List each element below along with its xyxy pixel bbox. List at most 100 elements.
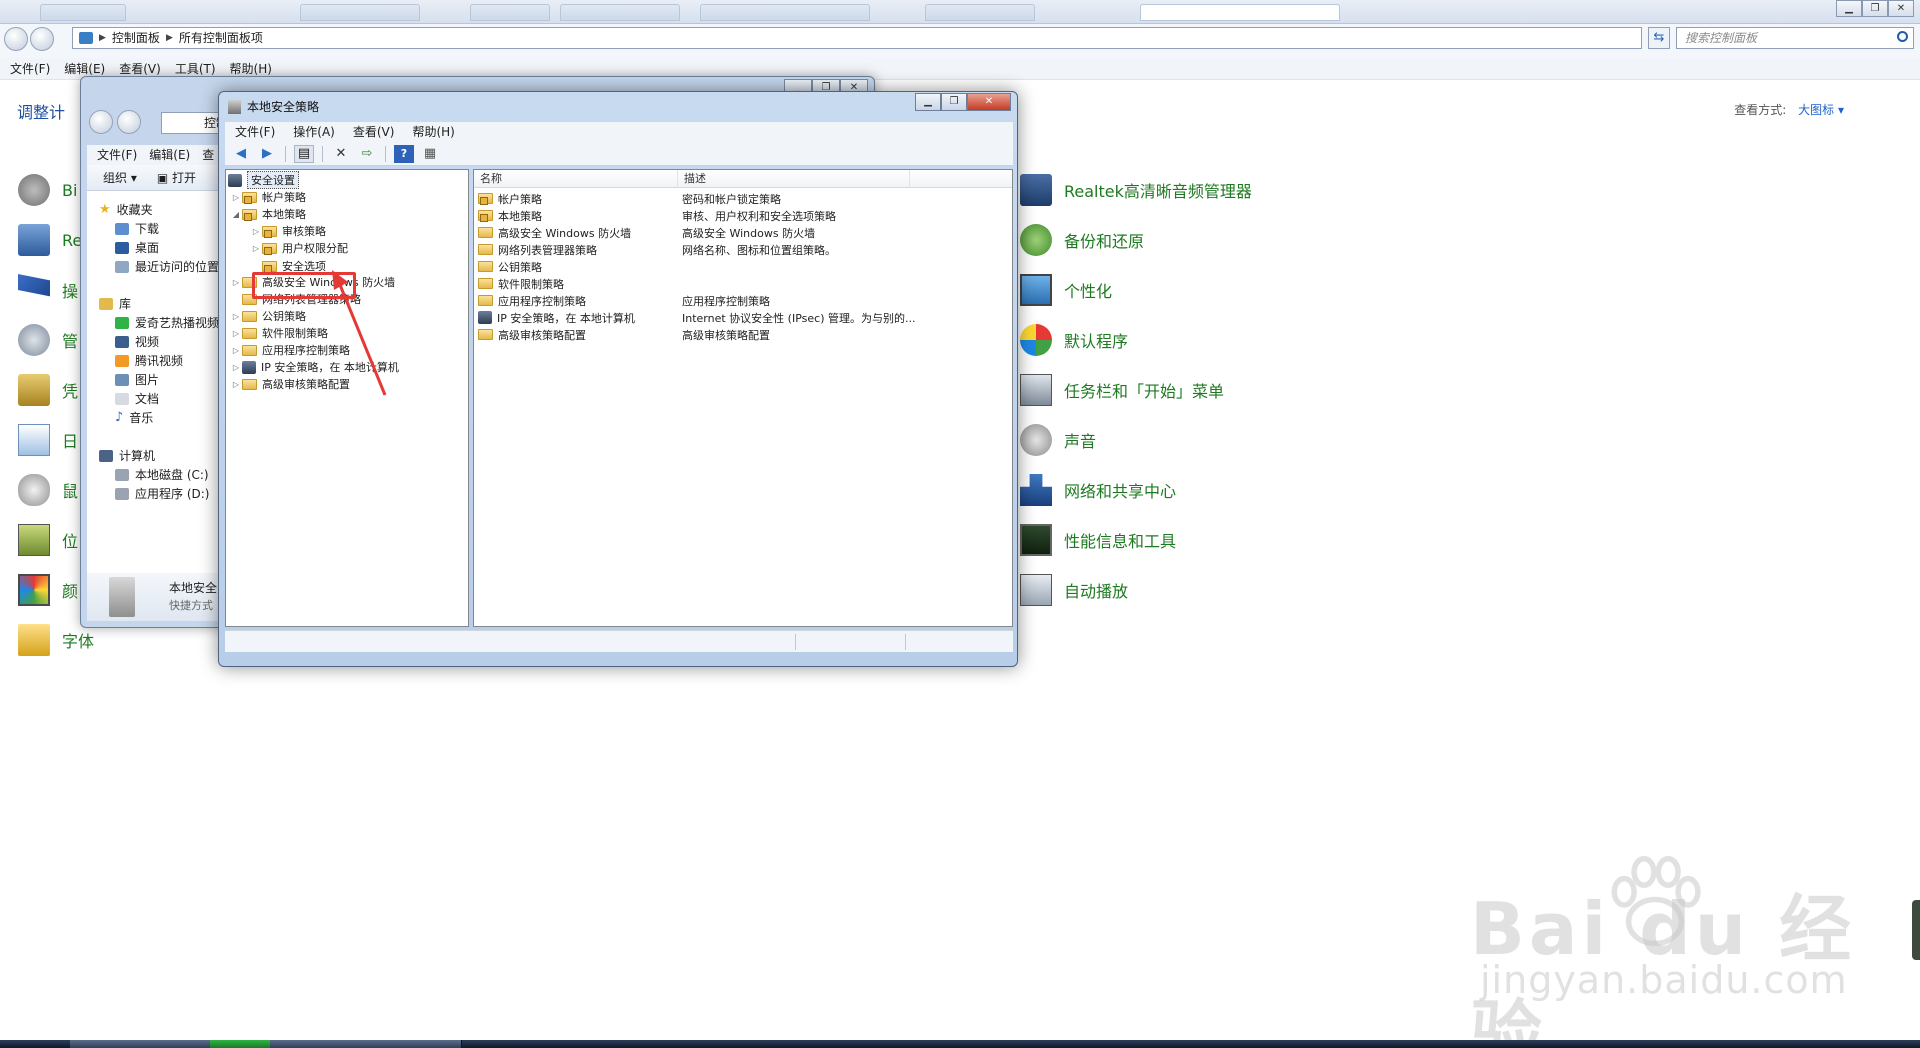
list-row[interactable]: 帐户策略 密码和帐户锁定策略 bbox=[478, 190, 1002, 207]
nav-downloads[interactable]: 下载 bbox=[115, 220, 159, 237]
cp-item-label[interactable]: 凭 bbox=[62, 378, 78, 402]
nav-videos[interactable]: 视频 bbox=[115, 333, 159, 350]
nav-computer[interactable]: 计算机 bbox=[99, 447, 155, 464]
tree-item-software-restriction[interactable]: ▷ 软件限制策略 bbox=[230, 325, 328, 341]
menu-action[interactable]: 操作(A) bbox=[293, 122, 335, 142]
cp-item-location[interactable]: 位 bbox=[18, 524, 78, 556]
refresh-icon[interactable]: ⇆ bbox=[1648, 27, 1670, 49]
cp-item-realtek[interactable]: Realtek高清晰音频管理器 bbox=[1020, 174, 1252, 206]
forward-arrow-icon[interactable]: ▶ bbox=[257, 145, 277, 163]
taskbar-button[interactable] bbox=[70, 1040, 142, 1048]
breadcrumb-item[interactable]: 控制面板 bbox=[112, 28, 160, 48]
scroll-handle[interactable] bbox=[1912, 900, 1920, 960]
search-input[interactable]: 搜索控制面板 bbox=[1676, 27, 1914, 49]
expand-arrow-icon[interactable]: ▷ bbox=[230, 312, 242, 321]
nav-desktop[interactable]: 桌面 bbox=[115, 239, 159, 256]
forward-button[interactable] bbox=[30, 27, 54, 51]
nav-documents[interactable]: 文档 bbox=[115, 390, 159, 407]
cp-item-backup[interactable]: 备份和还原 bbox=[1020, 224, 1144, 256]
cp-item-label[interactable]: 字体 bbox=[62, 628, 94, 652]
cp-item-label[interactable]: 位 bbox=[62, 528, 78, 552]
list-row[interactable]: 高级安全 Windows 防火墙 高级安全 Windows 防火墙 bbox=[478, 224, 1002, 241]
expand-arrow-icon[interactable]: ▷ bbox=[230, 278, 242, 287]
taskbar-button[interactable] bbox=[390, 1040, 462, 1048]
list-row[interactable]: 网络列表管理器策略 网络名称、图标和位置组策略。 bbox=[478, 241, 1002, 258]
cp-item-label[interactable]: 默认程序 bbox=[1064, 328, 1128, 352]
cp-item-label[interactable]: 备份和还原 bbox=[1064, 228, 1144, 252]
properties-icon[interactable]: ▦ bbox=[420, 145, 440, 163]
browser-tab[interactable] bbox=[700, 4, 870, 21]
cp-item-action-center[interactable]: 操 bbox=[18, 274, 78, 306]
tree-item-public-key[interactable]: ▷ 公钥策略 bbox=[230, 308, 306, 324]
nav-tencent-video[interactable]: 腾讯视频 bbox=[115, 352, 183, 369]
menu-file[interactable]: 文件(F) bbox=[10, 58, 50, 79]
cp-item-label[interactable]: 管 bbox=[62, 328, 78, 352]
tree-item-local-policy[interactable]: ◢ 本地策略 bbox=[230, 206, 306, 222]
nav-iqiyi[interactable]: 爱奇艺热播视频 bbox=[115, 314, 219, 331]
nav-drive-c[interactable]: 本地磁盘 (C:) bbox=[115, 466, 209, 483]
expand-arrow-icon[interactable]: ▷ bbox=[230, 193, 242, 202]
cp-item-label[interactable]: 鼠 bbox=[62, 478, 78, 502]
cp-item-label[interactable]: 声音 bbox=[1064, 428, 1096, 452]
cp-item-personalize[interactable]: 个性化 bbox=[1020, 274, 1112, 306]
list-row[interactable]: 应用程序控制策略 应用程序控制策略 bbox=[478, 292, 1002, 309]
close-button[interactable]: ✕ bbox=[1888, 0, 1914, 17]
column-header-name[interactable]: 名称 bbox=[474, 170, 678, 188]
cp-item-sound[interactable]: 声音 bbox=[1020, 424, 1096, 456]
cp-item-label[interactable]: 个性化 bbox=[1064, 278, 1112, 302]
cp-item-label[interactable]: 任务栏和「开始」菜单 bbox=[1064, 378, 1224, 402]
menu-view[interactable]: 查看(V) bbox=[353, 122, 395, 142]
minimize-button[interactable]: ▁ bbox=[915, 93, 941, 111]
cp-item-label[interactable]: Realtek高清晰音频管理器 bbox=[1064, 178, 1252, 202]
browser-tab[interactable] bbox=[300, 4, 420, 21]
cp-item-mouse[interactable]: 鼠 bbox=[18, 474, 78, 506]
tree-item-audit-policy[interactable]: ▷ 审核策略 bbox=[250, 223, 326, 239]
search-icon[interactable] bbox=[1897, 31, 1908, 42]
browser-tab[interactable] bbox=[40, 4, 126, 21]
organize-button[interactable]: 组织 ▾ bbox=[103, 165, 137, 190]
tree-item-security-settings[interactable]: 安全设置 bbox=[228, 171, 299, 189]
back-button[interactable] bbox=[4, 27, 28, 51]
nav-recent[interactable]: 最近访问的位置 bbox=[115, 258, 219, 275]
collapse-arrow-icon[interactable]: ◢ bbox=[230, 210, 242, 219]
nav-libraries[interactable]: 库 bbox=[99, 295, 131, 312]
menu-view[interactable]: 查 bbox=[202, 145, 214, 165]
breadcrumb-item[interactable]: 所有控制面板项 bbox=[179, 28, 263, 48]
expand-arrow-icon[interactable]: ▷ bbox=[250, 227, 262, 236]
cp-item-network[interactable]: 网络和共享中心 bbox=[1020, 474, 1176, 506]
cp-item-performance[interactable]: 性能信息和工具 bbox=[1020, 524, 1176, 556]
view-by-value[interactable]: 大图标 bbox=[1798, 103, 1834, 117]
minimize-button[interactable]: ▁ bbox=[1836, 0, 1862, 17]
nav-favorites[interactable]: ★ 收藏夹 bbox=[99, 201, 153, 218]
back-button[interactable] bbox=[89, 110, 113, 134]
open-button[interactable]: ▣ 打开 bbox=[157, 165, 196, 190]
menu-file[interactable]: 文件(F) bbox=[235, 122, 275, 142]
cp-item-default-programs[interactable]: 默认程序 bbox=[1020, 324, 1128, 356]
expand-arrow-icon[interactable]: ▷ bbox=[250, 244, 262, 253]
cp-item-label[interactable]: 颜 bbox=[62, 578, 78, 602]
show-hide-tree-icon[interactable]: ▤ bbox=[294, 144, 314, 163]
browser-tab[interactable] bbox=[925, 4, 1035, 21]
cp-item-label[interactable]: Bi bbox=[62, 181, 77, 200]
menu-help[interactable]: 帮助(H) bbox=[412, 122, 454, 142]
tree-item-account-policy[interactable]: ▷ 帐户策略 bbox=[230, 189, 306, 205]
expand-arrow-icon[interactable]: ▷ bbox=[230, 363, 242, 372]
cp-item-admin-tools[interactable]: 管 bbox=[18, 324, 78, 356]
back-arrow-icon[interactable]: ◀ bbox=[231, 145, 251, 163]
menu-edit[interactable]: 编辑(E) bbox=[149, 145, 190, 165]
tree-item-user-rights[interactable]: ▷ 用户权限分配 bbox=[250, 240, 348, 256]
expand-arrow-icon[interactable]: ▷ bbox=[230, 346, 242, 355]
cp-item-color[interactable]: 颜 bbox=[18, 574, 78, 606]
list-row[interactable]: IP 安全策略，在 本地计算机 Internet 协议安全性 (IPsec) 管… bbox=[478, 309, 1002, 326]
list-row[interactable]: 公钥策略 bbox=[478, 258, 1002, 275]
menu-file[interactable]: 文件(F) bbox=[97, 145, 137, 165]
nav-pictures[interactable]: 图片 bbox=[115, 371, 159, 388]
cp-item-autoplay[interactable]: 自动播放 bbox=[1020, 574, 1128, 606]
maximize-button[interactable]: ❐ bbox=[941, 93, 967, 111]
cp-item-label[interactable]: 网络和共享中心 bbox=[1064, 478, 1176, 502]
cp-item-taskbar[interactable]: 任务栏和「开始」菜单 bbox=[1020, 374, 1224, 406]
cp-item-label[interactable]: 操 bbox=[62, 278, 78, 302]
expand-arrow-icon[interactable]: ▷ bbox=[230, 329, 242, 338]
nav-music[interactable]: ♪ 音乐 bbox=[115, 409, 153, 426]
cp-item-label[interactable]: 性能信息和工具 bbox=[1064, 528, 1176, 552]
